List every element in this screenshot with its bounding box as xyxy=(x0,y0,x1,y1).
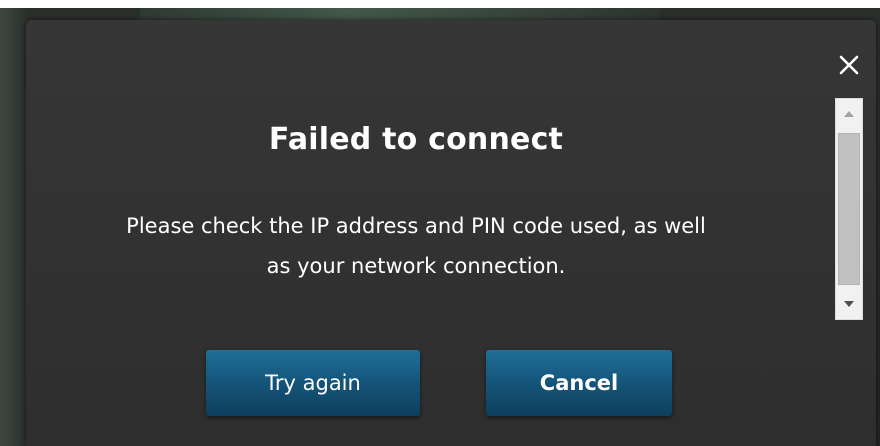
scroll-thumb[interactable] xyxy=(838,133,860,285)
close-icon xyxy=(839,55,859,75)
dialog-title: Failed to connect xyxy=(268,122,564,157)
dialog-message-line-2: as your network connection. xyxy=(266,254,566,278)
scroll-up-button[interactable] xyxy=(836,99,862,129)
message-scrollbar[interactable] xyxy=(835,98,863,320)
try-again-button[interactable]: Try again xyxy=(206,350,420,416)
scroll-down-arrow-icon xyxy=(844,301,854,307)
scroll-up-arrow-icon xyxy=(844,111,854,117)
app-background-top-strip xyxy=(140,8,660,20)
error-dialog: Failed to connect Please check the IP ad… xyxy=(26,20,876,446)
dialog-message-line-1: Please check the IP address and PIN code… xyxy=(126,214,706,238)
cancel-button[interactable]: Cancel xyxy=(486,350,672,416)
close-button[interactable] xyxy=(834,50,864,80)
app-background-left-strip xyxy=(0,8,28,446)
dialog-message: Please check the IP address and PIN code… xyxy=(56,206,776,286)
scroll-down-button[interactable] xyxy=(836,289,862,319)
